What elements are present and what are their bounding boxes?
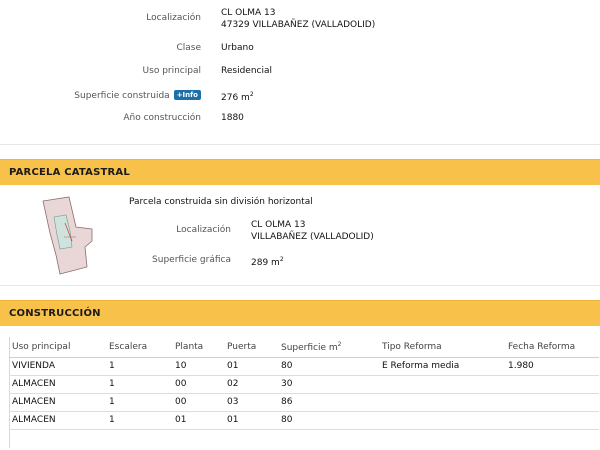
table-row: VIVIENDA 1 10 01 80 E Reforma media 1.98… [9,357,599,376]
construccion-header-title: CONSTRUCCIÓN [9,308,101,319]
cell-superficie: 80 [278,357,379,376]
cell-planta: 00 [172,393,224,412]
table-row: ALMACEN 1 01 01 80 [9,411,599,430]
parcela-section-header: PARCELA CATASTRAL [0,159,600,185]
cell-fecha-reforma [505,393,599,412]
col-uso-principal: Uso principal [9,337,106,358]
cell-uso: ALMACEN [9,375,106,394]
cell-escalera: 1 [106,411,172,430]
cell-superficie: 86 [278,393,379,412]
clase-label: Clase [176,43,201,53]
col-fecha-reforma: Fecha Reforma [505,337,599,358]
col-superficie-label: Superficie m [281,342,338,353]
superficie-unit-sup: 2 [249,91,254,98]
parcela-localizacion-label: Localización [176,225,231,235]
uso-value: Residencial [221,66,272,76]
cell-puerta: 01 [224,357,278,376]
cell-fecha-reforma [505,375,599,394]
uso-label: Uso principal [142,66,201,76]
localizacion-label: Localización [146,13,201,23]
divider [0,144,600,145]
parcela-tipo: Parcela construida sin división horizont… [129,197,313,207]
col-tipo-reforma: Tipo Reforma [379,337,505,358]
superficie-label: Superficie construida [74,91,170,101]
cell-uso: ALMACEN [9,393,106,412]
cell-tipo-reforma: E Reforma media [379,357,505,376]
superficie-construida-value: 276 m2 [221,89,254,104]
parcel-map-thumbnail[interactable] [36,193,98,275]
divider [0,285,600,286]
construccion-section-header: CONSTRUCCIÓN [0,300,600,326]
cell-planta: 01 [172,411,224,430]
cell-uso: VIVIENDA [9,357,106,376]
cell-escalera: 1 [106,357,172,376]
parcela-superficie-value: 289 m2 [251,254,284,269]
parcela-superficie-number: 289 m [251,258,280,268]
superficie-value: 276 m [221,93,250,103]
col-escalera: Escalera [106,337,172,358]
localizacion-line1: CL OLMA 13 [221,8,276,18]
localizacion-line2: 47329 VILLABAÑEZ (VALLADOLID) [221,20,376,30]
cell-puerta: 01 [224,411,278,430]
anio-label: Año construcción [123,113,201,123]
parcel-outline-icon [42,196,93,275]
more-info-button[interactable]: +Info [173,90,201,100]
cell-escalera: 1 [106,393,172,412]
parcela-localizacion-line2: VILLABAÑEZ (VALLADOLID) [251,232,374,242]
cell-puerta: 03 [224,393,278,412]
cell-planta: 00 [172,375,224,394]
cell-tipo-reforma [379,375,505,394]
superficie-construida-row: Superficie construida +Info [40,90,201,101]
parcela-header-title: PARCELA CATASTRAL [9,167,130,178]
clase-value: Urbano [221,43,254,53]
cell-tipo-reforma [379,393,505,412]
parcela-superficie-label: Superficie gráfica [152,255,231,265]
col-puerta: Puerta [224,337,278,358]
anio-value: 1880 [221,113,244,123]
col-planta: Planta [172,337,224,358]
cell-escalera: 1 [106,375,172,394]
construccion-table: Uso principal Escalera Planta Puerta Sup… [9,337,599,430]
cell-uso: ALMACEN [9,411,106,430]
cell-superficie: 80 [278,411,379,430]
col-superficie: Superficie m2 [278,337,379,358]
property-info: Localización CL OLMA 13 47329 VILLABAÑEZ… [0,0,600,146]
cell-planta: 10 [172,357,224,376]
table-row: ALMACEN 1 00 02 30 [9,375,599,394]
cell-superficie: 30 [278,375,379,394]
parcela-superficie-sup: 2 [279,256,284,263]
table-header-row: Uso principal Escalera Planta Puerta Sup… [9,337,599,358]
col-superficie-sup: 2 [337,340,342,348]
parcela-localizacion-line1: CL OLMA 13 [251,220,306,230]
cell-tipo-reforma [379,411,505,430]
cell-puerta: 02 [224,375,278,394]
table-row: ALMACEN 1 00 03 86 [9,393,599,412]
cell-fecha-reforma: 1.980 [505,357,599,376]
cell-fecha-reforma [505,411,599,430]
